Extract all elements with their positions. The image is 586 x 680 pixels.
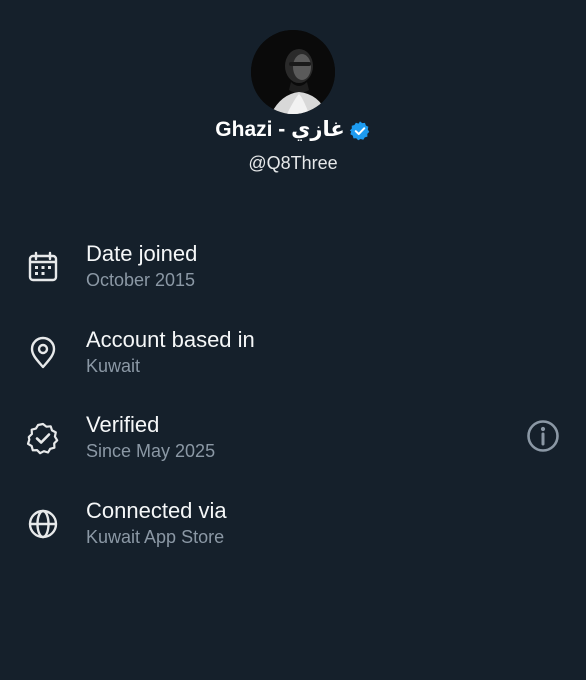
calendar-icon bbox=[28, 251, 58, 282]
display-name-row: Ghazi - غازي bbox=[0, 116, 586, 142]
verified-badge-icon[interactable] bbox=[349, 120, 371, 142]
verified-check-icon bbox=[26, 422, 59, 455]
username-handle: @Q8Three bbox=[248, 153, 338, 173]
detail-row-connected-via: Connected via Kuwait App Store bbox=[0, 493, 586, 579]
about-account-screen: Ghazi - غازي @Q8Three Date joined Octobe… bbox=[0, 0, 586, 680]
detail-value: Kuwait bbox=[86, 355, 141, 376]
detail-title: Connected via bbox=[86, 497, 227, 523]
account-details-list: Date joined October 2015 Account based i… bbox=[0, 236, 586, 578]
detail-row-account-based-in: Account based in Kuwait bbox=[0, 322, 586, 408]
detail-row-date-joined: Date joined October 2015 bbox=[0, 236, 586, 322]
detail-value: Since May 2025 bbox=[86, 441, 216, 461]
avatar[interactable] bbox=[251, 30, 335, 114]
detail-title: Verified bbox=[86, 412, 160, 437]
avatar-image bbox=[251, 30, 335, 114]
globe-icon bbox=[28, 509, 58, 538]
location-pin-icon bbox=[30, 336, 56, 368]
detail-row-verified: Verified Since May 2025 bbox=[0, 407, 586, 493]
detail-title: Date joined bbox=[86, 241, 198, 266]
detail-value: October 2015 bbox=[86, 270, 196, 290]
detail-value: Kuwait App Store bbox=[86, 526, 225, 547]
detail-title: Account based in bbox=[86, 326, 255, 352]
display-name: Ghazi - غازي bbox=[215, 117, 345, 141]
info-icon[interactable] bbox=[525, 418, 561, 454]
